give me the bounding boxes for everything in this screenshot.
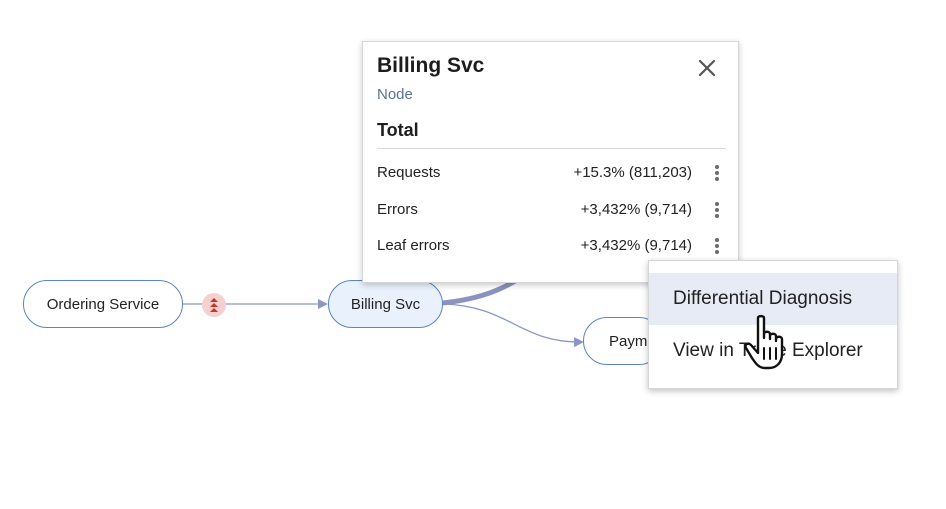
metric-label: Requests [377, 164, 441, 181]
triple-chevron-up-icon [210, 298, 218, 312]
more-options-icon[interactable] [705, 233, 729, 259]
close-icon[interactable] [695, 56, 719, 80]
popover-title: Billing Svc [377, 54, 485, 77]
more-options-icon[interactable] [705, 197, 729, 223]
metric-value: +15.3% (811,203) [573, 164, 692, 181]
more-options-icon[interactable] [705, 160, 729, 186]
popover-subtitle: Node [377, 86, 413, 103]
metric-row-errors: Errors +3,432% (9,714) [377, 197, 729, 223]
anomaly-indicator[interactable] [202, 293, 226, 317]
hand-pointer-icon [744, 314, 784, 370]
metric-row-leaf-errors: Leaf errors +3,432% (9,714) [377, 233, 729, 259]
metric-value: +3,432% (9,714) [580, 237, 692, 254]
metric-label: Errors [377, 201, 418, 218]
metric-value: +3,432% (9,714) [580, 201, 692, 218]
node-label: Billing Svc [350, 295, 421, 313]
metric-label: Leaf errors [377, 237, 450, 254]
node-ordering-service[interactable]: Ordering Service [23, 280, 183, 328]
section-heading: Total [377, 120, 419, 140]
edge-billing-to-payment[interactable] [442, 303, 584, 348]
node-label: Ordering Service [46, 295, 160, 313]
node-billing-svc[interactable]: Billing Svc [328, 280, 443, 328]
section-divider [377, 148, 726, 149]
metric-row-requests: Requests +15.3% (811,203) [377, 160, 729, 186]
node-details-popover: Billing Svc Node Total Requests +15.3% (… [362, 41, 739, 283]
